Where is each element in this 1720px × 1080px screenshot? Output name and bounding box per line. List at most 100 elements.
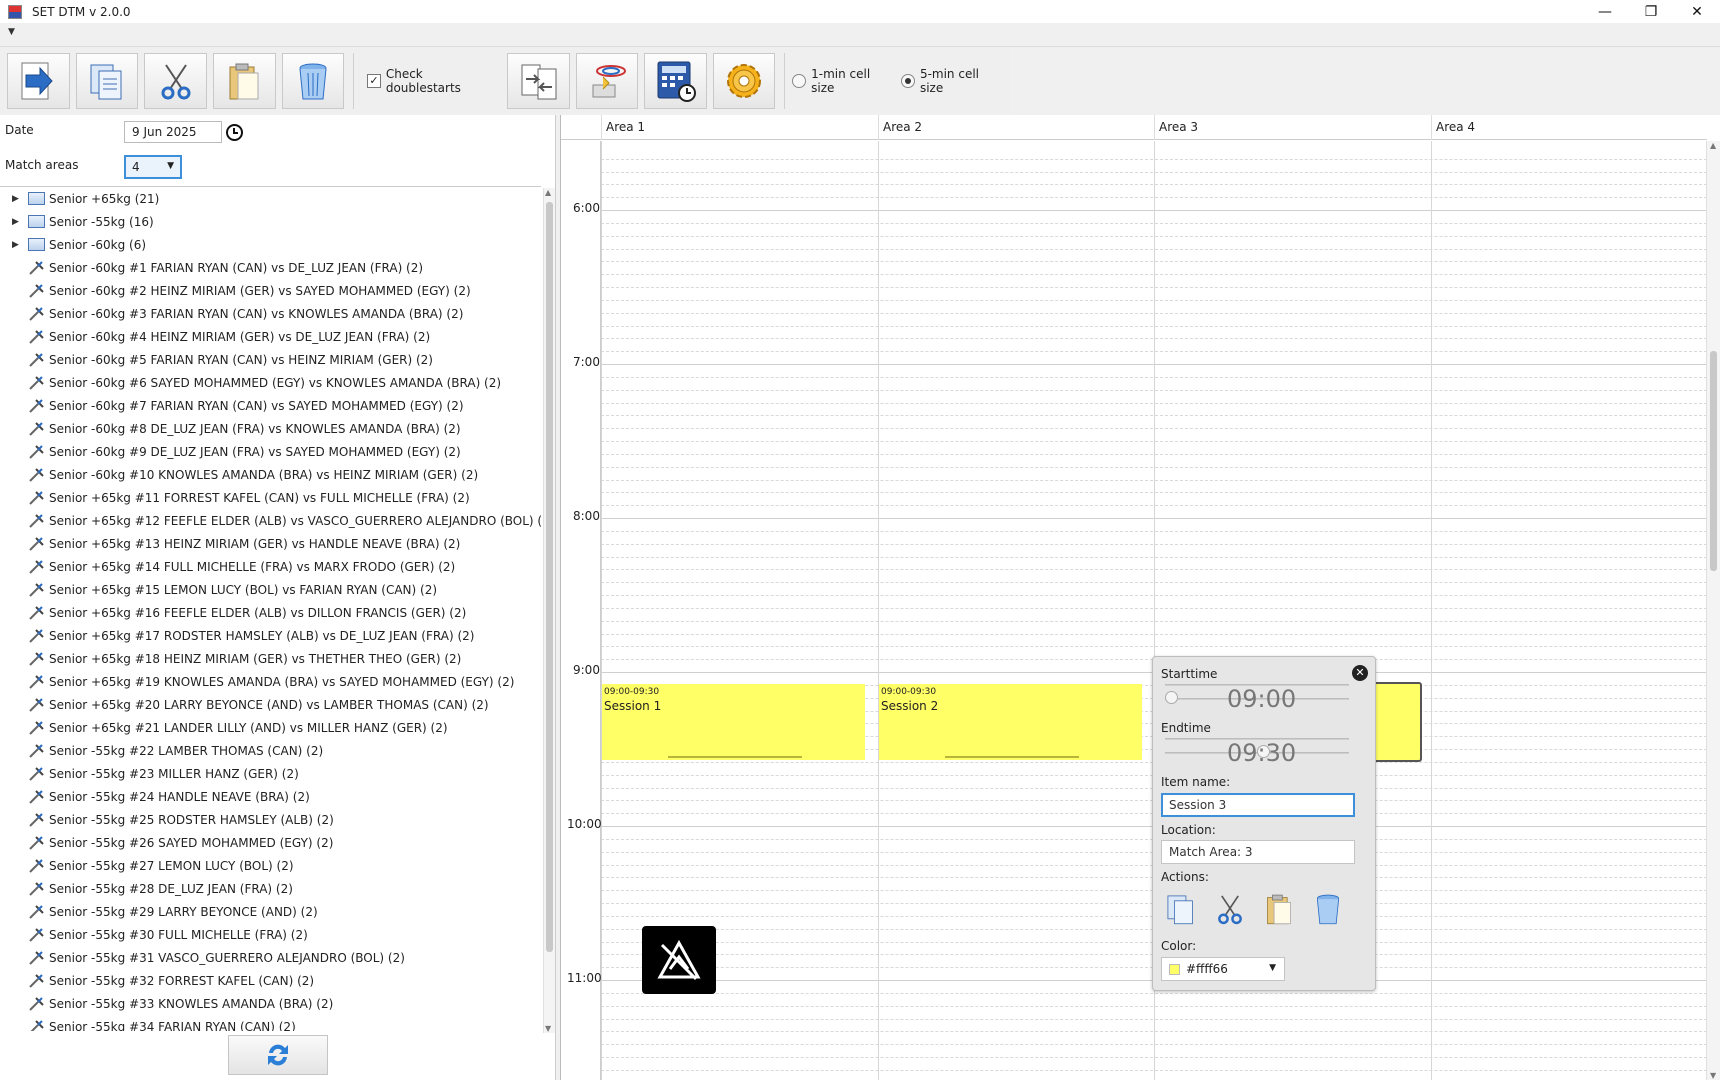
tree-group[interactable]: ▶ Senior -55kg (16) [0, 210, 541, 233]
tree-match-item[interactable]: Senior -60kg #2 HEINZ MIRIAM (GER) vs SA… [0, 279, 541, 302]
close-button[interactable]: ✕ [1674, 0, 1720, 23]
tree-match-label: Senior +65kg #18 HEINZ MIRIAM (GER) vs T… [49, 651, 462, 666]
tree-match-item[interactable]: Senior -55kg #28 DE_LUZ JEAN (FRA) (2) [0, 877, 541, 900]
tree-match-item[interactable]: Senior -60kg #5 FARIAN RYAN (CAN) vs HEI… [0, 348, 541, 371]
copy-button[interactable] [75, 52, 139, 109]
tree-match-item[interactable]: Senior -55kg #27 LEMON LUCY (BOL) (2) [0, 854, 541, 877]
tree-match-item[interactable]: Senior +65kg #21 LANDER LILLY (AND) vs M… [0, 716, 541, 739]
menu-dropdown-icon[interactable]: ▼ [8, 27, 15, 37]
event-block[interactable]: 09:00-09:30 Session 2 [879, 684, 1142, 760]
minimize-button[interactable]: — [1582, 0, 1628, 23]
expand-icon[interactable]: ▶ [12, 194, 28, 204]
copy-icon [90, 64, 122, 99]
swap-button[interactable] [506, 52, 570, 109]
tree-match-item[interactable]: Senior -55kg #22 LAMBER THOMAS (CAN) (2) [0, 739, 541, 762]
no-build-icon[interactable] [642, 926, 716, 994]
calculator-button[interactable] [644, 52, 707, 109]
scroll-down-icon[interactable]: ▼ [1710, 1071, 1716, 1080]
calendar-grid[interactable]: 6:00 7:00 8:00 9:00 10:00 11:00 09:00-09… [561, 141, 1707, 1080]
fight-icon [28, 329, 45, 345]
item-name-input[interactable]: Session 3 [1161, 793, 1355, 817]
date-field[interactable]: 9 Jun 2025 [124, 121, 222, 143]
tree-match-item[interactable]: Senior +65kg #12 FEEFLE ELDER (ALB) vs V… [0, 509, 541, 532]
event-editor-popup: Starttime ✕ 09:00 Endtime 09:30 Item nam… [1152, 656, 1376, 991]
tree-match-item[interactable]: Senior -55kg #25 RODSTER HAMSLEY (ALB) (… [0, 808, 541, 831]
tree-match-item[interactable]: Senior +65kg #19 KNOWLES AMANDA (BRA) vs… [0, 670, 541, 693]
cell-size-5-option[interactable]: 5-min cell size [901, 67, 1004, 95]
clock-icon[interactable] [226, 124, 243, 141]
close-icon[interactable]: ✕ [1352, 665, 1368, 681]
match-areas-select[interactable]: 4 ▼ [124, 155, 182, 179]
cut-button[interactable] [144, 52, 207, 109]
refresh-button[interactable] [228, 1035, 328, 1075]
delete-button[interactable] [281, 52, 345, 109]
tree-match-item[interactable]: Senior -60kg #1 FARIAN RYAN (CAN) vs DE_… [0, 256, 541, 279]
tree-match-item[interactable]: Senior -55kg #29 LARRY BEYONCE (AND) (2) [0, 900, 541, 923]
tree-match-item[interactable]: Senior -55kg #33 KNOWLES AMANDA (BRA) (2… [0, 992, 541, 1015]
tree-match-item[interactable]: Senior -55kg #32 FORREST KAFEL (CAN) (2) [0, 969, 541, 992]
tree-scrollbar[interactable]: ▲ ▼ [543, 188, 555, 1033]
slider-knob[interactable] [1165, 691, 1178, 704]
tree-match-item[interactable]: Senior -60kg #10 KNOWLES AMANDA (BRA) vs… [0, 463, 541, 486]
tree-match-item[interactable]: Senior +65kg #11 FORREST KAFEL (CAN) vs … [0, 486, 541, 509]
tree-match-item[interactable]: Senior +65kg #15 LEMON LUCY (BOL) vs FAR… [0, 578, 541, 601]
restore-button[interactable]: ❐ [1628, 0, 1674, 23]
paste-button[interactable] [212, 52, 276, 109]
paste-button[interactable] [1259, 889, 1299, 929]
tree-match-item[interactable]: Senior +65kg #18 HEINZ MIRIAM (GER) vs T… [0, 647, 541, 670]
tree-match-item[interactable]: Senior +65kg #20 LARRY BEYONCE (AND) vs … [0, 693, 541, 716]
scroll-down-icon[interactable]: ▼ [545, 1024, 551, 1033]
tree-group[interactable]: ▶ Senior -60kg (6) [0, 233, 541, 256]
tree-match-label: Senior -55kg #33 KNOWLES AMANDA (BRA) (2… [49, 996, 334, 1011]
fight-icon [28, 720, 45, 736]
event-block[interactable]: 09:00-09:30 Session 1 [602, 684, 865, 760]
check-doublestarts-toggle[interactable]: ✓ Check doublestarts [367, 67, 499, 95]
expand-icon[interactable]: ▶ [12, 217, 28, 227]
delete-button[interactable] [1308, 889, 1348, 929]
tree-match-item[interactable]: Senior +65kg #17 RODSTER HAMSLEY (ALB) v… [0, 624, 541, 647]
tree-match-item[interactable]: Senior -55kg #31 VASCO_GUERRERO ALEJANDR… [0, 946, 541, 969]
check-doublestarts-checkbox[interactable]: ✓ [367, 73, 381, 88]
tree-match-item[interactable]: Senior -55kg #30 FULL MICHELLE (FRA) (2) [0, 923, 541, 946]
cut-button[interactable] [1210, 889, 1250, 929]
color-select[interactable]: #ffff66 ▼ [1161, 957, 1285, 981]
tree-match-item[interactable]: Senior +65kg #13 HEINZ MIRIAM (GER) vs H… [0, 532, 541, 555]
tree-match-item[interactable]: Senior -60kg #7 FARIAN RYAN (CAN) vs SAY… [0, 394, 541, 417]
cell-size-1-option[interactable]: 1-min cell size [792, 67, 895, 95]
cell-size-1-radio[interactable] [792, 73, 807, 88]
scroll-thumb[interactable] [546, 202, 553, 952]
import-button[interactable] [575, 52, 639, 109]
tree-match-label: Senior -55kg #22 LAMBER THOMAS (CAN) (2) [49, 743, 324, 758]
app-icon [8, 4, 22, 19]
cell-size-5-radio[interactable] [901, 73, 915, 88]
tree-match-item[interactable]: Senior -55kg #34 FARIAN RYAN (CAN) (2) [0, 1015, 541, 1031]
tree-match-item[interactable]: Senior +65kg #14 FULL MICHELLE (FRA) vs … [0, 555, 541, 578]
tree-match-item[interactable]: Senior -60kg #6 SAYED MOHAMMED (EGY) vs … [0, 371, 541, 394]
settings-button[interactable] [712, 52, 776, 109]
expand-icon[interactable]: ▶ [12, 240, 28, 250]
tree-match-item[interactable]: Senior -60kg #3 FARIAN RYAN (CAN) vs KNO… [0, 302, 541, 325]
scroll-up-icon[interactable]: ▲ [1710, 141, 1716, 150]
export-button[interactable] [7, 52, 70, 109]
starttime-slider[interactable]: 09:00 [1165, 681, 1349, 713]
area-header: Area 4 [1431, 115, 1707, 140]
scroll-thumb[interactable] [1710, 351, 1717, 571]
calendar-scrollbar[interactable]: ▲ ▼ [1706, 141, 1720, 1080]
fight-icon [28, 375, 45, 391]
tree-match-item[interactable]: Senior -60kg #9 DE_LUZ JEAN (FRA) vs SAY… [0, 440, 541, 463]
fight-icon [28, 306, 45, 322]
resize-handle[interactable] [668, 756, 802, 758]
tree-match-item[interactable]: Senior -55kg #24 HANDLE NEAVE (BRA) (2) [0, 785, 541, 808]
resize-handle[interactable] [945, 756, 1079, 758]
location-input[interactable]: Match Area: 3 [1161, 840, 1355, 864]
copy-button[interactable] [1161, 889, 1201, 929]
tree-match-item[interactable]: Senior +65kg #16 FEEFLE ELDER (ALB) vs D… [0, 601, 541, 624]
tree-group[interactable]: ▶ Senior +65kg (21) [0, 187, 541, 210]
scroll-up-icon[interactable]: ▲ [545, 188, 551, 197]
tree-match-item[interactable]: Senior -60kg #4 HEINZ MIRIAM (GER) vs DE… [0, 325, 541, 348]
item-name-label: Item name: [1161, 775, 1231, 789]
tree-match-item[interactable]: Senior -55kg #26 SAYED MOHAMMED (EGY) (2… [0, 831, 541, 854]
tree-match-item[interactable]: Senior -60kg #8 DE_LUZ JEAN (FRA) vs KNO… [0, 417, 541, 440]
tree-match-item[interactable]: Senior -55kg #23 MILLER HANZ (GER) (2) [0, 762, 541, 785]
endtime-slider[interactable]: 09:30 [1165, 735, 1349, 767]
